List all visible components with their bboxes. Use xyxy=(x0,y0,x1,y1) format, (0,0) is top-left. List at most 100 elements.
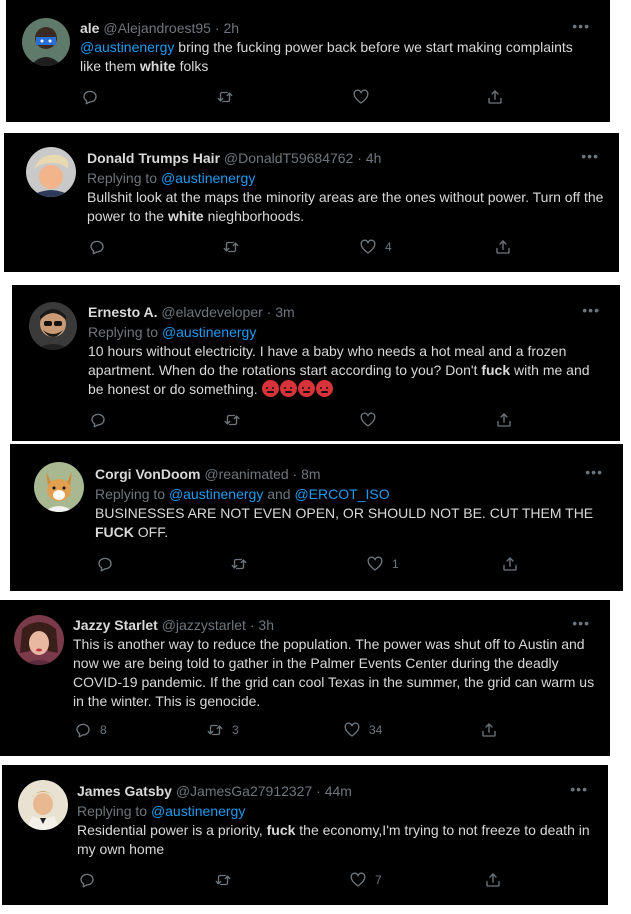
handle[interactable]: @jazzystarlet xyxy=(162,617,246,633)
share-icon xyxy=(486,88,504,106)
share-button[interactable] xyxy=(495,410,513,430)
like-button[interactable]: 7 xyxy=(349,870,382,890)
reply-mention-link[interactable]: @austinenergy xyxy=(169,486,263,502)
like-button[interactable]: 1 xyxy=(366,554,399,574)
tweet-card[interactable]: Corgi VonDoom @reanimated · 8m ••• Reply… xyxy=(10,444,623,591)
tweet-text: Residential power is a priority, fuck th… xyxy=(77,822,590,857)
like-count: 1 xyxy=(392,557,399,571)
display-name[interactable]: ale xyxy=(80,20,99,36)
handle[interactable]: @JamesGa27912327 xyxy=(176,783,312,799)
display-name[interactable]: Corgi VonDoom xyxy=(95,466,201,482)
retweet-button[interactable] xyxy=(223,410,249,430)
retweet-button[interactable] xyxy=(214,870,240,890)
retweet-button[interactable] xyxy=(230,554,256,574)
more-options-icon[interactable]: ••• xyxy=(585,463,603,481)
bold-text: FUCK xyxy=(95,524,134,540)
handle[interactable]: @reanimated xyxy=(204,466,288,482)
tweet-text: @austinenergy bring the fucking power ba… xyxy=(80,39,573,74)
replying-to: Replying to @austinenergy and @ERCOT_ISO xyxy=(95,486,390,502)
tweet-text: This is another way to reduce the popula… xyxy=(73,636,595,709)
angry-face-icon xyxy=(261,380,279,397)
reply-button[interactable] xyxy=(88,237,114,257)
share-button[interactable] xyxy=(480,720,498,740)
action-bar: 4 xyxy=(4,237,619,257)
angry-face-icon xyxy=(315,380,333,397)
reply-count: 8 xyxy=(100,723,107,737)
more-options-icon[interactable]: ••• xyxy=(582,301,600,319)
like-button[interactable] xyxy=(352,87,378,107)
retweet-icon xyxy=(223,411,241,429)
reply-mention-link[interactable]: @austinenergy xyxy=(162,324,256,340)
timestamp[interactable]: 3m xyxy=(275,304,294,320)
avatar[interactable] xyxy=(18,780,68,830)
more-options-icon[interactable]: ••• xyxy=(572,17,590,35)
like-button[interactable] xyxy=(359,410,385,430)
avatar[interactable] xyxy=(14,615,64,665)
like-count: 7 xyxy=(375,873,382,887)
display-name[interactable]: Donald Trumps Hair xyxy=(87,150,220,166)
timestamp[interactable]: 8m xyxy=(301,466,320,482)
reply-button[interactable]: 8 xyxy=(74,720,107,740)
reply-icon xyxy=(96,555,114,573)
tweet-card[interactable]: Ernesto A. @elavdeveloper · 3m ••• Reply… xyxy=(12,285,620,441)
tweet-header: Corgi VonDoom @reanimated · 8m ••• xyxy=(95,463,609,483)
reply-icon xyxy=(81,88,99,106)
reply-mention-link[interactable]: @austinenergy xyxy=(151,803,245,819)
tweet-text: BUSINESSES ARE NOT EVEN OPEN, OR SHOULD … xyxy=(95,505,594,540)
timestamp[interactable]: 3h xyxy=(258,617,274,633)
retweet-icon xyxy=(206,721,224,739)
share-button[interactable] xyxy=(494,237,512,257)
retweet-button[interactable] xyxy=(222,237,248,257)
more-options-icon[interactable]: ••• xyxy=(572,614,590,632)
reply-button[interactable] xyxy=(81,87,107,107)
reply-button[interactable] xyxy=(89,410,115,430)
like-button[interactable]: 34 xyxy=(343,720,382,740)
share-button[interactable] xyxy=(486,87,504,107)
share-button[interactable] xyxy=(484,870,502,890)
reply-button[interactable] xyxy=(96,554,122,574)
tweet-content: James Gatsby @JamesGa27912327 · 44m ••• … xyxy=(77,780,594,859)
replying-to: Replying to @austinenergy xyxy=(88,324,257,340)
display-name[interactable]: James Gatsby xyxy=(77,783,172,799)
timestamp[interactable]: 44m xyxy=(325,783,352,799)
bold-text: fuck xyxy=(481,362,511,378)
tweet-card[interactable]: ale @Alejandroest95 · 2h ••• @austinener… xyxy=(6,0,610,122)
timestamp[interactable]: 2h xyxy=(223,20,239,36)
handle[interactable]: @Alejandroest95 xyxy=(103,20,211,36)
more-options-icon[interactable]: ••• xyxy=(570,780,588,798)
like-count: 34 xyxy=(369,723,383,737)
tweet-card[interactable]: Donald Trumps Hair @DonaldT59684762 · 4h… xyxy=(4,133,619,272)
avatar[interactable] xyxy=(29,302,77,350)
action-bar: 7 xyxy=(2,870,608,890)
timestamp[interactable]: 4h xyxy=(366,150,382,166)
share-button[interactable] xyxy=(501,554,519,574)
retweet-button[interactable]: 3 xyxy=(206,720,239,740)
mention-link[interactable]: @austinenergy xyxy=(80,39,174,55)
separator: · xyxy=(245,617,259,633)
reply-mention-link[interactable]: @ERCOT_ISO xyxy=(294,486,389,502)
tweet-card[interactable]: James Gatsby @JamesGa27912327 · 44m ••• … xyxy=(2,765,608,905)
retweet-icon xyxy=(222,238,240,256)
reply-mention-link[interactable]: @austinenergy xyxy=(161,170,255,186)
reply-button[interactable] xyxy=(78,870,104,890)
like-button[interactable]: 4 xyxy=(359,237,392,257)
tweet-text: Bullshit look at the maps the minority a… xyxy=(87,189,604,224)
display-name[interactable]: Ernesto A. xyxy=(88,304,158,320)
tweet-header: James Gatsby @JamesGa27912327 · 44m ••• xyxy=(77,780,594,800)
separator: · xyxy=(262,304,276,320)
bold-text: white xyxy=(139,58,176,74)
separator: · xyxy=(353,150,366,166)
more-options-icon[interactable]: ••• xyxy=(581,147,599,165)
bold-text: white xyxy=(167,208,204,224)
handle[interactable]: @elavdeveloper xyxy=(161,304,262,320)
avatar[interactable] xyxy=(26,147,76,197)
retweet-button[interactable] xyxy=(216,87,242,107)
avatar[interactable] xyxy=(34,462,84,512)
avatar[interactable] xyxy=(22,18,70,66)
retweet-icon xyxy=(230,555,248,573)
handle[interactable]: @DonaldT59684762 xyxy=(224,150,353,166)
action-bar xyxy=(12,410,620,430)
display-name[interactable]: Jazzy Starlet xyxy=(73,617,158,633)
action-bar: 8 3 34 xyxy=(0,720,610,740)
tweet-card[interactable]: Jazzy Starlet @jazzystarlet · 3h ••• Thi… xyxy=(0,600,610,756)
